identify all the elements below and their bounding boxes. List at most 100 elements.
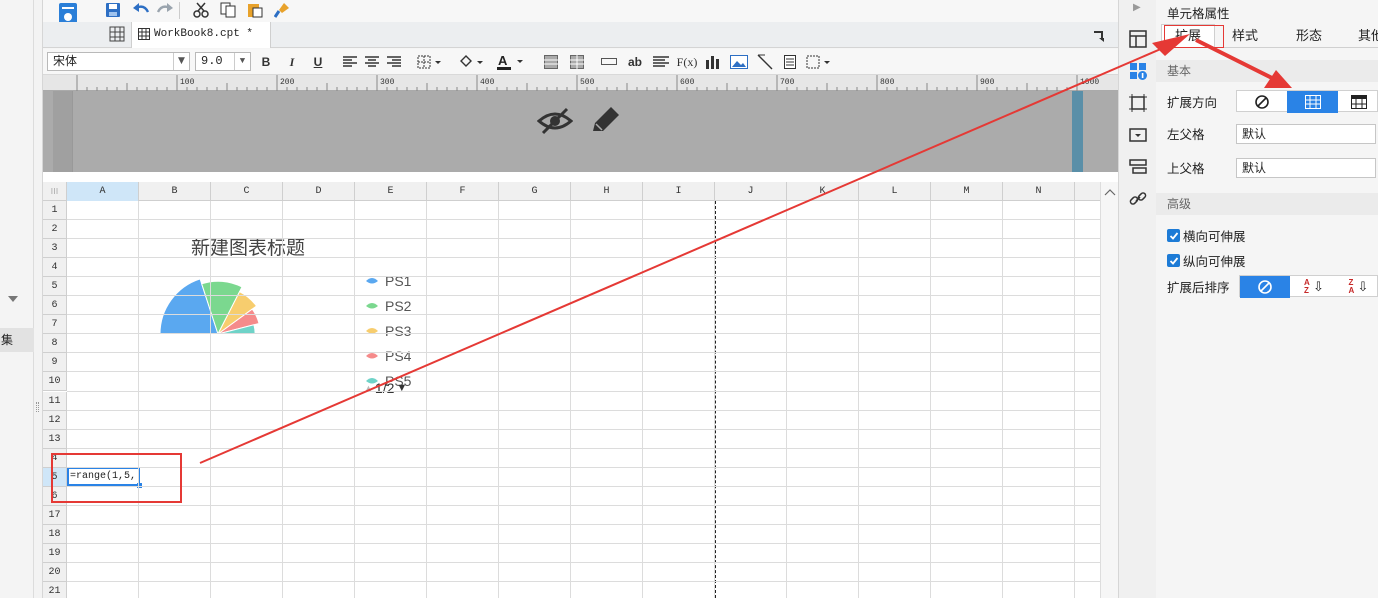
- grid-icon[interactable]: [109, 26, 127, 44]
- row-header[interactable]: 18: [43, 524, 67, 544]
- hide-eye-icon[interactable]: [536, 105, 574, 137]
- column-header[interactable]: I: [643, 182, 715, 201]
- tab-workbook[interactable]: WorkBook8.cpt *: [131, 22, 271, 48]
- slash-icon[interactable]: [755, 53, 775, 71]
- vertical-expand-icon[interactable]: [1287, 91, 1338, 113]
- column-header[interactable]: B: [139, 182, 211, 201]
- row-header[interactable]: 2: [43, 220, 67, 240]
- condition-icon[interactable]: [1129, 158, 1147, 179]
- row-header[interactable]: 3: [43, 239, 67, 259]
- column-header[interactable]: D: [283, 182, 355, 201]
- vertical-scrollbar[interactable]: [1100, 182, 1118, 598]
- pager-prev-icon[interactable]: ▲: [364, 383, 373, 393]
- sort-descending-icon[interactable]: ZA ⇩: [1338, 276, 1378, 298]
- column-header[interactable]: F: [427, 182, 499, 201]
- format-painter-icon[interactable]: [272, 1, 292, 19]
- row-header[interactable]: 10: [43, 372, 67, 392]
- column-header[interactable]: N: [1003, 182, 1075, 201]
- h-expand-checkbox[interactable]: 横向可伸展: [1167, 226, 1246, 245]
- redo-icon[interactable]: [155, 1, 175, 19]
- grid-column-line: [210, 201, 211, 598]
- edit-pencil-icon[interactable]: [589, 105, 621, 137]
- column-header[interactable]: C: [211, 182, 283, 201]
- border-icon[interactable]: [416, 53, 444, 71]
- column-header[interactable]: E: [355, 182, 427, 201]
- column-header[interactable]: G: [499, 182, 571, 201]
- align-center-icon[interactable]: [363, 53, 381, 71]
- align-left-icon[interactable]: [341, 53, 359, 71]
- tab-shape[interactable]: 形态: [1282, 25, 1336, 47]
- sub-report-icon[interactable]: [781, 53, 799, 71]
- row-header[interactable]: 12: [43, 410, 67, 430]
- font-color-icon[interactable]: A: [495, 53, 527, 71]
- row-header[interactable]: 6: [43, 296, 67, 316]
- underline-button[interactable]: U: [309, 53, 327, 71]
- column-header[interactable]: M: [931, 182, 1003, 201]
- fill-color-icon[interactable]: [457, 53, 487, 71]
- scroll-up-icon[interactable]: [1101, 184, 1119, 200]
- font-family-select[interactable]: 宋体 ▼: [47, 52, 190, 71]
- merge-cells-icon[interactable]: [542, 53, 560, 71]
- row-header[interactable]: 7: [43, 315, 67, 335]
- cut-icon[interactable]: [191, 1, 211, 19]
- row-header[interactable]: 1: [43, 201, 67, 221]
- cell-element-icon[interactable]: [1129, 30, 1147, 51]
- row-header[interactable]: 19: [43, 543, 67, 563]
- row-header[interactable]: 20: [43, 562, 67, 582]
- paragraph-icon[interactable]: [652, 53, 670, 71]
- row-header[interactable]: 5: [43, 277, 67, 297]
- text-icon[interactable]: ab: [625, 53, 645, 71]
- v-expand-checkbox[interactable]: 纵向可伸展: [1167, 251, 1246, 270]
- ruler-label: 900: [980, 78, 995, 87]
- pager-next-icon[interactable]: ▼: [396, 382, 407, 394]
- chart-icon[interactable]: [704, 53, 722, 71]
- align-right-icon[interactable]: [385, 53, 403, 71]
- cell-attribute-icon[interactable]: [1129, 62, 1147, 83]
- tab-style[interactable]: 样式: [1218, 25, 1272, 47]
- save-icon[interactable]: [103, 1, 123, 19]
- column-header[interactable]: H: [571, 182, 643, 201]
- chart-pager[interactable]: ▲ 1/2 ▼: [364, 380, 407, 396]
- no-expand-icon[interactable]: [1237, 91, 1287, 113]
- sort-ascending-icon[interactable]: AZ ⇩: [1290, 276, 1338, 298]
- annotation-tab-highlight: [1164, 25, 1224, 48]
- left-parent-select[interactable]: 默认: [1236, 124, 1376, 144]
- row-header[interactable]: 4: [43, 258, 67, 278]
- splitter-handle[interactable]: [36, 402, 39, 412]
- dropdown-widget-icon[interactable]: [1129, 126, 1147, 147]
- select-all-corner[interactable]: ⁝⁝⁝: [43, 182, 67, 201]
- italic-button[interactable]: I: [283, 53, 301, 71]
- row-header[interactable]: 9: [43, 353, 67, 373]
- tab-other[interactable]: 其他: [1352, 25, 1378, 47]
- hyperlink-icon[interactable]: [1129, 190, 1147, 211]
- text-field-icon[interactable]: [600, 53, 618, 71]
- column-header[interactable]: K: [787, 182, 859, 201]
- horizontal-expand-icon[interactable]: [1338, 91, 1378, 113]
- copy-icon[interactable]: [218, 1, 238, 19]
- formula-icon[interactable]: F(x): [676, 53, 698, 71]
- row-header[interactable]: 21: [43, 582, 67, 598]
- bold-button[interactable]: B: [257, 53, 275, 71]
- paste-icon[interactable]: [245, 1, 265, 19]
- page-boundary-bar[interactable]: [1072, 91, 1083, 172]
- image-icon[interactable]: [729, 53, 749, 71]
- left-tab-label[interactable]: 集: [0, 328, 34, 352]
- row-header[interactable]: 13: [43, 429, 67, 449]
- column-header[interactable]: L: [859, 182, 931, 201]
- column-header[interactable]: J: [715, 182, 787, 201]
- row-header[interactable]: 11: [43, 391, 67, 411]
- column-header[interactable]: A: [67, 182, 139, 201]
- row-header[interactable]: 8: [43, 334, 67, 354]
- row-header[interactable]: 17: [43, 505, 67, 525]
- collapse-arrow-icon[interactable]: [8, 296, 18, 302]
- spreadsheet[interactable]: ⁝⁝⁝ ABCDEFGHIJKLMN 新建图表标题 PS1 PS2 PS3 PS4 PS…: [43, 182, 1118, 598]
- frame-icon[interactable]: [805, 53, 833, 71]
- undo-icon[interactable]: [131, 1, 151, 19]
- unmerge-cells-icon[interactable]: [568, 53, 586, 71]
- widget-icon[interactable]: [1129, 94, 1147, 115]
- tab-menu-icon[interactable]: [1093, 30, 1105, 42]
- font-size-select[interactable]: 9.0 ▼: [195, 52, 251, 71]
- top-parent-select[interactable]: 默认: [1236, 158, 1376, 178]
- no-sort-icon[interactable]: [1240, 276, 1290, 298]
- collapse-right-icon[interactable]: ▶: [1133, 2, 1141, 13]
